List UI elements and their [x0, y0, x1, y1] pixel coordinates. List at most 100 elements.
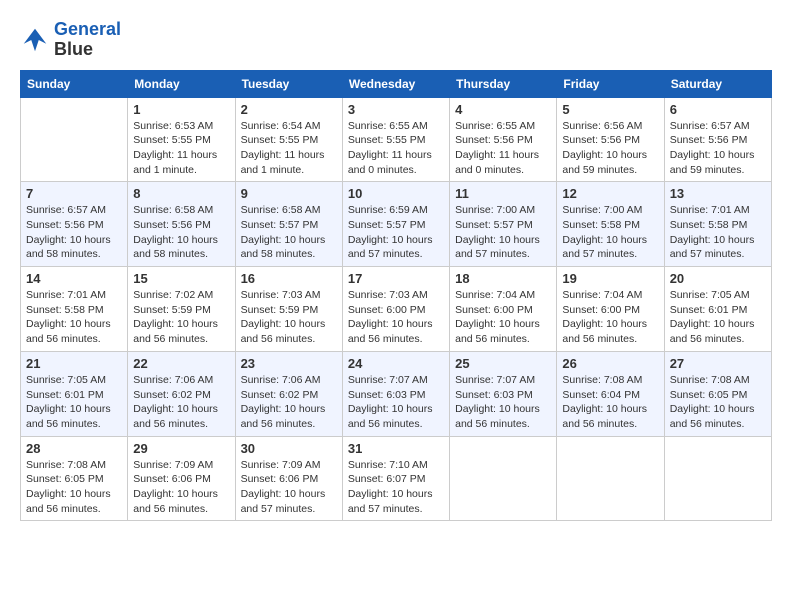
calendar-cell: 18 Sunrise: 7:04 AMSunset: 6:00 PMDayligh… — [450, 267, 557, 352]
calendar-cell — [450, 436, 557, 521]
day-number: 30 — [241, 441, 337, 456]
calendar-cell: 1 Sunrise: 6:53 AMSunset: 5:55 PMDaylight… — [128, 97, 235, 182]
day-number: 1 — [133, 102, 229, 117]
calendar-cell: 24 Sunrise: 7:07 AMSunset: 6:03 PMDayligh… — [342, 351, 449, 436]
calendar-cell: 8 Sunrise: 6:58 AMSunset: 5:56 PMDaylight… — [128, 182, 235, 267]
day-info: Sunrise: 6:53 AMSunset: 5:55 PMDaylight:… — [133, 119, 229, 178]
day-info: Sunrise: 7:08 AMSunset: 6:05 PMDaylight:… — [670, 373, 766, 432]
calendar-cell: 5Sunrise: 6:56 AMSunset: 5:56 PMDaylight… — [557, 97, 664, 182]
day-number: 28 — [26, 441, 122, 456]
day-number: 14 — [26, 271, 122, 286]
day-number: 16 — [241, 271, 337, 286]
day-info: Sunrise: 6:58 AMSunset: 5:57 PMDaylight:… — [241, 203, 337, 262]
header-monday: Monday — [128, 70, 235, 97]
header-thursday: Thursday — [450, 70, 557, 97]
calendar-cell: 30 Sunrise: 7:09 AMSunset: 6:06 PMDayligh… — [235, 436, 342, 521]
day-info: Sunrise: 6:55 AMSunset: 5:55 PMDaylight:… — [348, 119, 444, 178]
day-info: Sunrise: 7:01 AMSunset: 5:58 PMDaylight:… — [26, 288, 122, 347]
day-info: Sunrise: 6:57 AMSunset: 5:56 PMDaylight:… — [26, 203, 122, 262]
calendar-cell: 17 Sunrise: 7:03 AMSunset: 6:00 PMDayligh… — [342, 267, 449, 352]
calendar-cell: 29Sunrise: 7:09 AMSunset: 6:06 PMDayligh… — [128, 436, 235, 521]
day-number: 25 — [455, 356, 551, 371]
calendar-week-3: 14 Sunrise: 7:01 AMSunset: 5:58 PMDayligh… — [21, 267, 772, 352]
day-info: Sunrise: 7:00 AMSunset: 5:58 PMDaylight:… — [562, 203, 658, 262]
day-number: 3 — [348, 102, 444, 117]
calendar-cell: 20 Sunrise: 7:05 AMSunset: 6:01 PMDayligh… — [664, 267, 771, 352]
day-info: Sunrise: 7:07 AMSunset: 6:03 PMDaylight:… — [348, 373, 444, 432]
calendar-cell — [557, 436, 664, 521]
calendar-cell: 10Sunrise: 6:59 AMSunset: 5:57 PMDayligh… — [342, 182, 449, 267]
day-info: Sunrise: 7:08 AMSunset: 6:04 PMDaylight:… — [562, 373, 658, 432]
day-info: Sunrise: 7:00 AMSunset: 5:57 PMDaylight:… — [455, 203, 551, 262]
logo-icon — [20, 25, 50, 55]
logo: General Blue — [20, 20, 121, 60]
header-tuesday: Tuesday — [235, 70, 342, 97]
day-info: Sunrise: 7:10 AMSunset: 6:07 PMDaylight:… — [348, 458, 444, 517]
day-info: Sunrise: 7:04 AMSunset: 6:00 PMDaylight:… — [562, 288, 658, 347]
calendar-cell: 28 Sunrise: 7:08 AMSunset: 6:05 PMDayligh… — [21, 436, 128, 521]
calendar-cell: 12Sunrise: 7:00 AMSunset: 5:58 PMDayligh… — [557, 182, 664, 267]
day-info: Sunrise: 6:57 AMSunset: 5:56 PMDaylight:… — [670, 119, 766, 178]
day-number: 11 — [455, 186, 551, 201]
day-number: 7 — [26, 186, 122, 201]
calendar-cell: 2 Sunrise: 6:54 AMSunset: 5:55 PMDaylight… — [235, 97, 342, 182]
calendar-cell: 9 Sunrise: 6:58 AMSunset: 5:57 PMDaylight… — [235, 182, 342, 267]
calendar-cell: 11 Sunrise: 7:00 AMSunset: 5:57 PMDayligh… — [450, 182, 557, 267]
calendar-header-row: SundayMondayTuesdayWednesdayThursdayFrid… — [21, 70, 772, 97]
day-number: 8 — [133, 186, 229, 201]
day-number: 22 — [133, 356, 229, 371]
day-info: Sunrise: 6:58 AMSunset: 5:56 PMDaylight:… — [133, 203, 229, 262]
day-number: 27 — [670, 356, 766, 371]
calendar-cell — [664, 436, 771, 521]
header-saturday: Saturday — [664, 70, 771, 97]
day-info: Sunrise: 7:09 AMSunset: 6:06 PMDaylight:… — [241, 458, 337, 517]
calendar-cell: 3 Sunrise: 6:55 AMSunset: 5:55 PMDaylight… — [342, 97, 449, 182]
day-info: Sunrise: 7:07 AMSunset: 6:03 PMDaylight:… — [455, 373, 551, 432]
calendar-cell: 21Sunrise: 7:05 AMSunset: 6:01 PMDayligh… — [21, 351, 128, 436]
day-info: Sunrise: 6:54 AMSunset: 5:55 PMDaylight:… — [241, 119, 337, 178]
day-number: 26 — [562, 356, 658, 371]
day-number: 19 — [562, 271, 658, 286]
header-sunday: Sunday — [21, 70, 128, 97]
day-info: Sunrise: 7:09 AMSunset: 6:06 PMDaylight:… — [133, 458, 229, 517]
calendar-cell: 19 Sunrise: 7:04 AMSunset: 6:00 PMDayligh… — [557, 267, 664, 352]
calendar-cell: 15Sunrise: 7:02 AMSunset: 5:59 PMDayligh… — [128, 267, 235, 352]
calendar-cell: 25 Sunrise: 7:07 AMSunset: 6:03 PMDayligh… — [450, 351, 557, 436]
day-info: Sunrise: 7:08 AMSunset: 6:05 PMDaylight:… — [26, 458, 122, 517]
calendar-cell: 31 Sunrise: 7:10 AMSunset: 6:07 PMDayligh… — [342, 436, 449, 521]
day-info: Sunrise: 7:02 AMSunset: 5:59 PMDaylight:… — [133, 288, 229, 347]
day-info: Sunrise: 6:59 AMSunset: 5:57 PMDaylight:… — [348, 203, 444, 262]
calendar-cell: 6 Sunrise: 6:57 AMSunset: 5:56 PMDaylight… — [664, 97, 771, 182]
day-info: Sunrise: 7:05 AMSunset: 6:01 PMDaylight:… — [670, 288, 766, 347]
day-number: 18 — [455, 271, 551, 286]
day-number: 31 — [348, 441, 444, 456]
page-header: General Blue — [20, 20, 772, 60]
day-number: 20 — [670, 271, 766, 286]
day-number: 9 — [241, 186, 337, 201]
calendar-cell: 14 Sunrise: 7:01 AMSunset: 5:58 PMDayligh… — [21, 267, 128, 352]
calendar-cell: 7 Sunrise: 6:57 AMSunset: 5:56 PMDaylight… — [21, 182, 128, 267]
day-info: Sunrise: 7:03 AMSunset: 5:59 PMDaylight:… — [241, 288, 337, 347]
calendar-cell: 22 Sunrise: 7:06 AMSunset: 6:02 PMDayligh… — [128, 351, 235, 436]
day-number: 2 — [241, 102, 337, 117]
day-info: Sunrise: 7:03 AMSunset: 6:00 PMDaylight:… — [348, 288, 444, 347]
day-info: Sunrise: 7:01 AMSunset: 5:58 PMDaylight:… — [670, 203, 766, 262]
day-number: 5 — [562, 102, 658, 117]
day-info: Sunrise: 7:05 AMSunset: 6:01 PMDaylight:… — [26, 373, 122, 432]
day-number: 4 — [455, 102, 551, 117]
header-wednesday: Wednesday — [342, 70, 449, 97]
day-info: Sunrise: 7:06 AMSunset: 6:02 PMDaylight:… — [241, 373, 337, 432]
day-info: Sunrise: 7:06 AMSunset: 6:02 PMDaylight:… — [133, 373, 229, 432]
calendar-cell: 13Sunrise: 7:01 AMSunset: 5:58 PMDayligh… — [664, 182, 771, 267]
calendar-cell: 4 Sunrise: 6:55 AMSunset: 5:56 PMDaylight… — [450, 97, 557, 182]
day-number: 17 — [348, 271, 444, 286]
calendar-week-2: 7 Sunrise: 6:57 AMSunset: 5:56 PMDaylight… — [21, 182, 772, 267]
day-info: Sunrise: 7:04 AMSunset: 6:00 PMDaylight:… — [455, 288, 551, 347]
day-number: 23 — [241, 356, 337, 371]
calendar-cell — [21, 97, 128, 182]
day-number: 24 — [348, 356, 444, 371]
day-number: 6 — [670, 102, 766, 117]
day-info: Sunrise: 6:55 AMSunset: 5:56 PMDaylight:… — [455, 119, 551, 178]
calendar-cell: 16 Sunrise: 7:03 AMSunset: 5:59 PMDayligh… — [235, 267, 342, 352]
calendar-week-5: 28 Sunrise: 7:08 AMSunset: 6:05 PMDayligh… — [21, 436, 772, 521]
